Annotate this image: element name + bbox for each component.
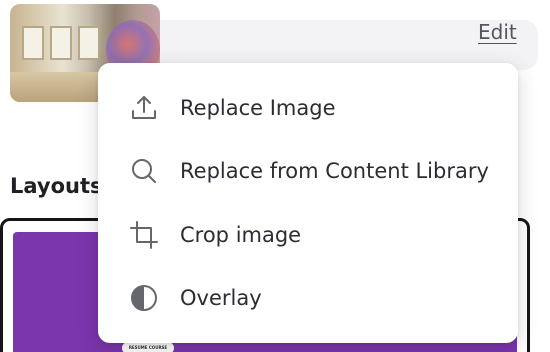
menu-item-label: Overlay (180, 286, 262, 311)
layouts-heading: Layouts (10, 174, 103, 198)
contrast-icon (128, 282, 160, 314)
menu-item-label: Crop image (180, 222, 302, 247)
menu-item-label: Replace from Content Library (180, 159, 489, 184)
menu-item-crop-image[interactable]: Crop image (98, 203, 518, 267)
upload-icon (128, 92, 160, 124)
menu-item-replace-image[interactable]: Replace Image (98, 76, 518, 140)
thumbnail-window (22, 26, 44, 60)
thumbnail-window (78, 26, 100, 60)
menu-item-overlay[interactable]: Overlay (98, 267, 518, 331)
crop-icon (128, 219, 160, 251)
menu-item-replace-from-library[interactable]: Replace from Content Library (98, 140, 518, 204)
image-options-menu: Replace Image Replace from Content Libra… (98, 63, 518, 343)
edit-link[interactable]: Edit (478, 20, 517, 44)
menu-item-label: Replace Image (180, 95, 336, 120)
resume-course-badge: RESUME COURSE (122, 342, 174, 352)
search-icon (128, 155, 160, 187)
thumbnail-window (50, 26, 72, 60)
